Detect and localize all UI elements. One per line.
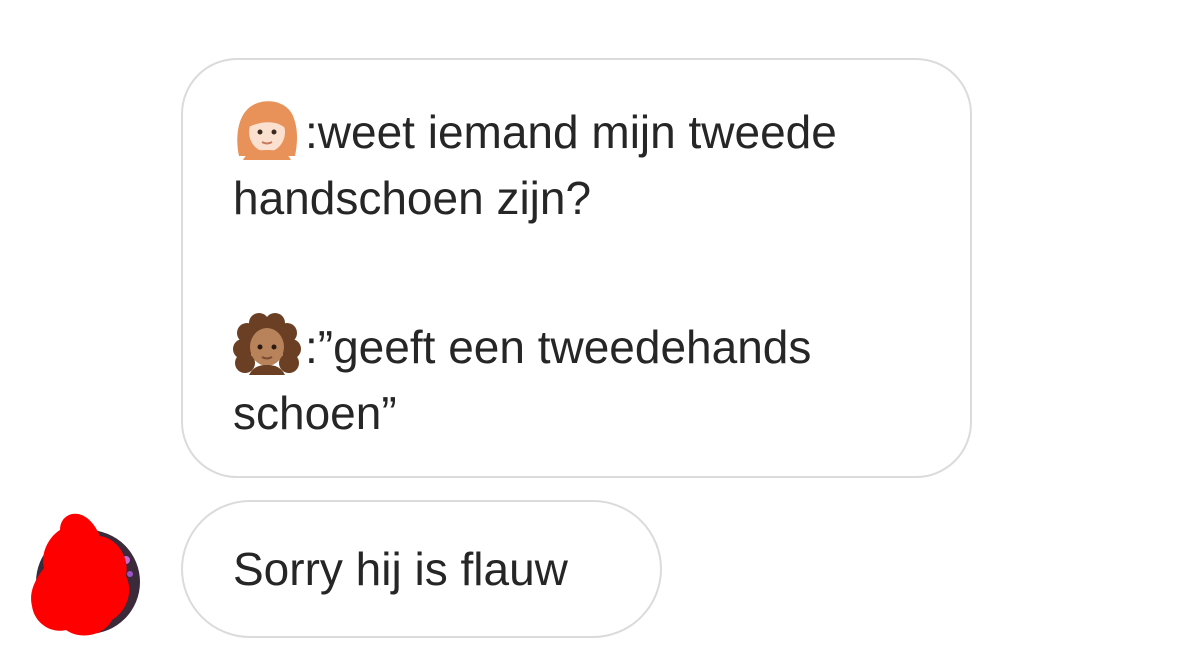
message-text: handschoen zijn?: [233, 172, 592, 224]
message-text: :weet iemand mijn tweede: [305, 106, 837, 158]
redaction-scribble: [31, 513, 130, 636]
message-text: Sorry hij is flauw: [233, 543, 568, 595]
message-line: :weet iemand mijn tweede: [233, 98, 920, 165]
avatar-redacted[interactable]: [30, 512, 142, 640]
woman-red-hair-icon: [233, 98, 301, 160]
message-text: schoen”: [233, 387, 397, 439]
message-bubble-reply[interactable]: Sorry hij is flauw: [181, 500, 662, 638]
message-line: schoen”: [233, 380, 920, 446]
message-line: handschoen zijn?: [233, 165, 920, 231]
message-line: :”geeft een tweedehands: [233, 313, 920, 380]
message-bubble-joke[interactable]: :weet iemand mijn tweede handschoen zijn…: [181, 58, 972, 478]
woman-curly-hair-icon: [233, 313, 301, 375]
message-text: :”geeft een tweedehands: [305, 321, 812, 373]
